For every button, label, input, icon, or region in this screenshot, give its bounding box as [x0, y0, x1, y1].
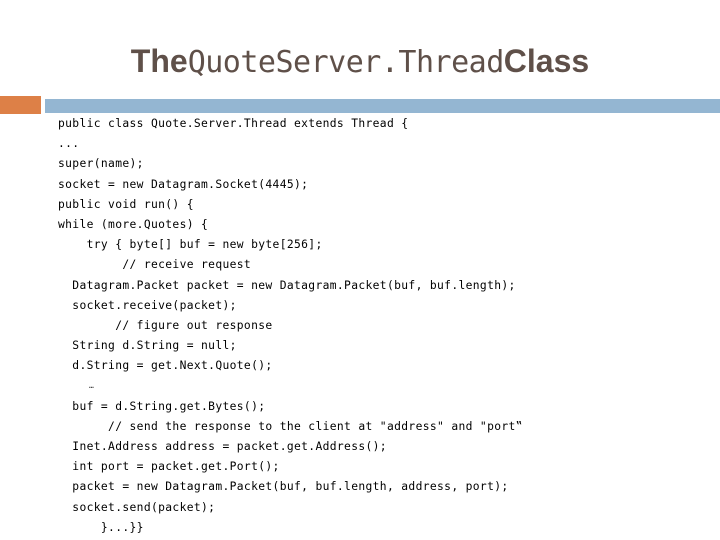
accent-bar-blue	[45, 99, 720, 113]
code-line: String d.String = null;	[58, 339, 237, 353]
code-line: Inet.Address address = packet.get.Addres…	[58, 440, 387, 453]
code-line: public class Quote.Server.Thread extends…	[58, 117, 409, 130]
code-line: public void run() {	[58, 197, 194, 211]
code-line: socket.receive(packet);	[58, 298, 237, 312]
code-line: packet = new Datagram.Packet(buf, buf.le…	[58, 480, 509, 494]
code-line: // receive request	[58, 258, 252, 272]
code-line: buf = d.String.get.Bytes();	[58, 399, 266, 413]
accent-bar-orange	[0, 96, 41, 114]
code-line: ...	[58, 137, 80, 151]
slide-canvas: TheQuoteServer.ThreadClass public class …	[0, 0, 720, 540]
title-class-name-text: QuoteServer.Thread	[187, 44, 505, 80]
code-line: int port = packet.get.Port();	[58, 460, 280, 474]
code-line: …	[58, 381, 95, 391]
slide-title: TheQuoteServer.ThreadClass	[0, 34, 720, 88]
title-prefix-text: The	[130, 42, 188, 79]
code-line: while (more.Quotes) {	[58, 217, 209, 231]
code-line: socket = new Datagram.Socket(4445);	[58, 177, 309, 191]
code-line: // figure out response	[58, 318, 273, 332]
code-line: // send the response to the client at "a…	[58, 419, 523, 433]
code-line: super(name);	[58, 157, 144, 171]
code-line: socket.send(packet);	[58, 500, 216, 514]
code-line: try { byte[] buf = new byte[256];	[58, 238, 323, 252]
code-line: d.String = get.Next.Quote();	[58, 359, 273, 373]
code-line: Datagram.Packet packet = new Datagram.Pa…	[58, 278, 516, 292]
title-suffix-text: Class	[503, 42, 590, 79]
title-line: TheQuoteServer.ThreadClass	[131, 45, 589, 78]
code-block: public class Quote.Server.Thread extends…	[58, 114, 698, 538]
code-line: }...}}	[58, 520, 144, 534]
